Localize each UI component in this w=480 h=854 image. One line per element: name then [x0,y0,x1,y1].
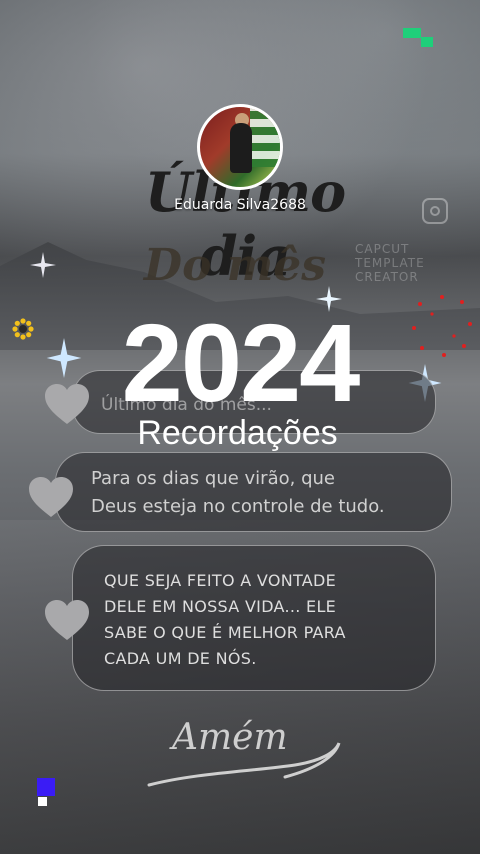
blue-pixel-icon [37,778,57,812]
message-card-2: Para os dias que virão, que Deus esteja … [55,452,452,532]
green-pixel-icon [403,28,435,54]
card-2-line-1: Para os dias que virão, que [91,468,335,489]
message-card-3: QUE SEJA FEITO A VONTADE DELE EM NOSSA V… [72,545,436,691]
card-2-line-2: Deus esteja no controle de tudo. [91,496,385,517]
card-3-line-2: DELE EM NOSSA VIDA... ELE [104,597,337,616]
sparkle-icon [30,252,56,282]
card-3-line-4: CADA UM DE NÓS. [104,649,257,668]
card-3-line-1: QUE SEJA FEITO A VONTADE [104,571,337,590]
heart-icon [44,599,90,641]
heart-icon [44,383,90,425]
username-label[interactable]: Eduarda Silva2688 [0,197,480,213]
heart-icon [28,476,74,518]
script-title-do-mes: Do mês [143,240,327,291]
avatar[interactable] [197,104,283,190]
card-3-line-3: SABE O QUE É MELHOR PARA [104,623,346,642]
signature-swoosh [147,742,341,787]
